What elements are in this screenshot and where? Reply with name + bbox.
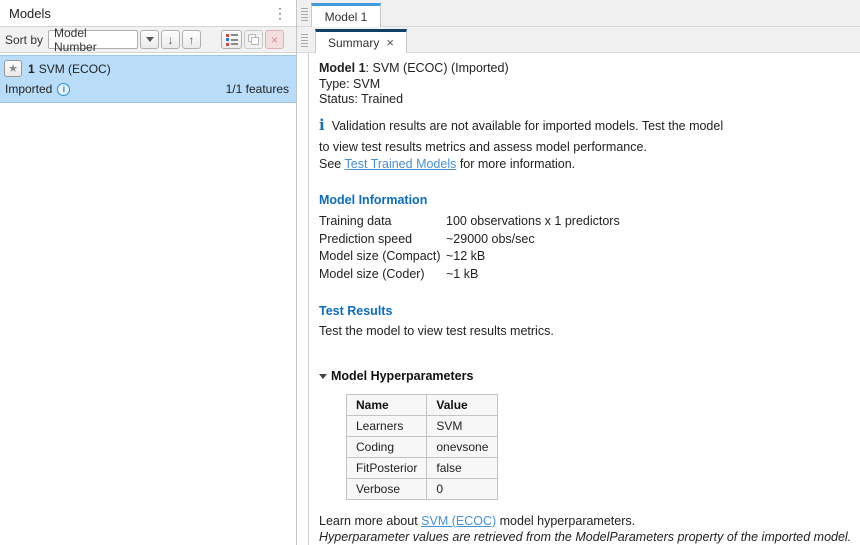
info-label: Training data [319,214,392,228]
collapse-triangle-icon [319,373,327,379]
learn-more-line: Learn more about SVM (ECOC) model hyperp… [319,514,636,528]
sort-descending-button[interactable]: ↓ [161,30,181,49]
tab-model-1[interactable]: Model 1 [311,3,381,27]
arrow-up-icon: ↑ [188,32,195,47]
duplicate-model-button[interactable] [244,30,264,49]
model-status-line: Status: Trained [319,92,404,106]
info-value: ~1 kB [446,266,479,281]
sort-dropdown-button[interactable] [140,30,160,49]
delete-icon: × [271,32,279,47]
close-icon[interactable]: × [386,36,394,49]
svm-ecoc-link[interactable]: SVM (ECOC) [421,514,496,528]
table-row: Learners SVM [345,415,499,437]
model-title-bold: Model 1 [319,61,366,75]
table-header-name: Name [345,394,428,416]
hyperparameters-heading: Model Hyperparameters [331,369,474,383]
chevron-down-icon [145,37,154,42]
model-name: SVM (ECOC) [38,61,111,76]
table-row: FitPosterior false [345,457,499,479]
validation-notice-line2: to view test results metrics and assess … [319,140,647,154]
drag-grip-icon[interactable] [301,34,308,47]
model-number: 1 [28,61,35,76]
kebab-menu-icon[interactable]: ⋮ [273,6,287,20]
info-value: ~12 kB [446,249,486,263]
models-panel-header: Models ⋮ [0,0,296,27]
model-information-heading: Model Information [319,193,428,207]
test-trained-models-link[interactable]: Test Trained Models [345,157,457,171]
models-panel: Models ⋮ Sort by Model Number ↓ ↑ × ★ 1 … [0,0,297,545]
table-header-row: Name Value [345,394,499,416]
info-value: ~29000 obs/sec [446,231,535,246]
table-header-value: Value [426,394,499,416]
model-type-line: Type: SVM [319,76,381,91]
drag-grip-icon[interactable] [301,8,308,21]
summary-document: Model 1: SVM (ECOC) (Imported) Type: SVM… [308,53,860,545]
delete-model-button[interactable]: × [265,30,285,49]
arrow-down-icon: ↓ [167,32,174,47]
model-title-line: Model 1: SVM (ECOC) (Imported) [319,61,509,75]
list-view-icon [225,33,238,46]
star-icon: ★ [8,63,18,75]
hyperparameters-footnote: Hyperparameter values are retrieved from… [319,530,852,544]
duplicate-icon [248,34,260,45]
validation-notice-line1: i Validation results are not available f… [319,115,724,134]
model-features-label: 1/1 features [225,82,289,96]
view-tab-bar: Summary × [297,27,860,53]
list-view-toggle-button[interactable] [221,30,243,49]
sort-dropdown-value: Model Number [54,25,97,54]
model-list-item-selected[interactable]: ★ 1 SVM (ECOC) Imported i 1/1 features [0,55,296,103]
hyperparameters-table: Name Value Learners SVM Coding onevsone … [345,394,499,500]
table-row: Verbose 0 [345,478,499,500]
info-icon: i [319,115,325,134]
hyperparameters-collapse-header[interactable]: Model Hyperparameters [319,369,855,383]
imported-info-icon[interactable]: i [57,82,71,96]
info-label: Prediction speed [319,231,413,246]
models-panel-title: Models [9,5,51,21]
test-results-heading: Test Results [319,304,393,318]
info-value: 100 observations x 1 predictors [446,214,620,228]
test-results-body: Test the model to view test results metr… [319,324,554,338]
model-status-label: Imported [5,82,53,96]
model-item-title-row: ★ 1 SVM (ECOC) [4,60,289,77]
tab-summary[interactable]: Summary × [315,29,407,53]
table-row: Coding onevsone [345,436,499,458]
validation-notice: i Validation results are not available f… [319,115,855,173]
tab-summary-label: Summary [328,35,380,50]
sort-by-label: Sort by [5,32,44,47]
favorite-star-button[interactable]: ★ [4,60,22,77]
model-header-lines: Model 1: SVM (ECOC) (Imported) Type: SVM… [319,61,855,108]
document-tab-bar: Model 1 [297,0,860,27]
model-item-status-row: Imported i 1/1 features [4,82,289,96]
sort-ascending-button[interactable]: ↑ [182,30,202,49]
validation-notice-line3: See Test Trained Models for more informa… [319,156,576,171]
info-label: Model size (Coder) [319,266,425,281]
sort-dropdown[interactable]: Model Number [48,26,139,54]
tab-model-1-label: Model 1 [324,9,368,24]
info-label: Model size (Compact) [319,249,441,263]
model-information-grid: Training data 100 observations x 1 predi… [319,213,855,283]
models-toolbar: Sort by Model Number ↓ ↑ × [0,26,296,54]
